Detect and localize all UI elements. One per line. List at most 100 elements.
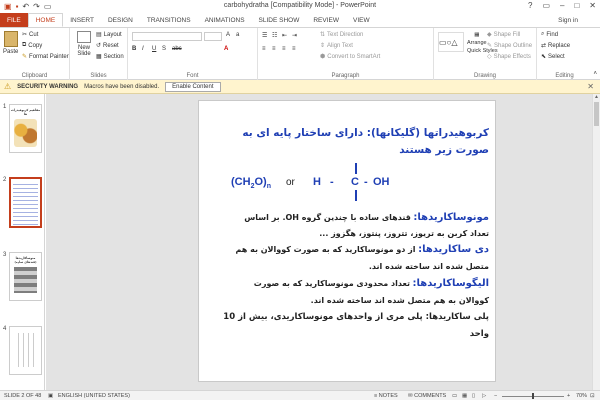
thumbnail-title: مفاهیم کربوهیدرات ها: [10, 108, 41, 116]
decrease-indent-icon[interactable]: ⇤: [282, 32, 287, 39]
scroll-thumb[interactable]: [594, 102, 599, 126]
layout-icon: ▤: [96, 32, 102, 38]
zoom-out-icon[interactable]: −: [494, 393, 497, 399]
enable-content-button[interactable]: Enable Content: [165, 81, 221, 92]
justify-icon[interactable]: ≡: [292, 46, 296, 52]
align-center-icon[interactable]: ≡: [272, 46, 276, 52]
vertical-scrollbar[interactable]: ▲: [592, 94, 600, 390]
tab-insert[interactable]: INSERT: [63, 13, 101, 27]
tab-animations[interactable]: ANIMATIONS: [198, 13, 252, 27]
slide-thumbnail-3[interactable]: منوساکاریدها (قندهای ساده): [9, 252, 42, 301]
oligo-line-1[interactable]: الیگوساکاریدها: تعداد محدودی مونوساکارید…: [205, 278, 489, 289]
di-text-1: از دو مونوساکارید که به صورت کووالان به …: [235, 245, 416, 254]
strikethrough-button[interactable]: abc: [172, 46, 182, 52]
smartart-icon: ⬢: [320, 54, 326, 60]
collapse-ribbon-icon[interactable]: ˄: [593, 71, 597, 77]
zoom-in-icon[interactable]: +: [567, 393, 570, 399]
align-text-button[interactable]: ⇕ Align Text: [320, 42, 353, 50]
increase-indent-icon[interactable]: ⇥: [292, 32, 297, 39]
close-icon[interactable]: ✕: [589, 1, 596, 10]
font-size-box[interactable]: [204, 32, 222, 41]
pen-icon: ✎: [487, 43, 493, 49]
oligo-line-2[interactable]: کووالان به هم متصل شده اند ساخته شده اند…: [205, 296, 489, 305]
scroll-up-icon[interactable]: ▲: [593, 94, 600, 100]
underline-button[interactable]: U: [152, 46, 156, 52]
find-button[interactable]: ⌕ Find: [541, 31, 558, 38]
maximize-icon[interactable]: □: [574, 1, 579, 10]
shape-fill-button[interactable]: ◆ Shape Fill: [487, 31, 520, 39]
replace-button[interactable]: ⇄ Replace: [541, 42, 570, 50]
new-slide-button[interactable]: New Slide: [73, 31, 95, 57]
notes-button[interactable]: ≡ NOTES: [374, 393, 398, 399]
slide-thumbnails-panel: 1 مفاهیم کربوهیدرات ها 2 3 منوساکاریدها …: [0, 94, 45, 390]
arrange-button[interactable]: ▦ Arrange: [467, 32, 487, 46]
bullets-icon[interactable]: ☰: [262, 32, 267, 39]
comments-button[interactable]: ✉ COMMENTS: [408, 393, 446, 399]
tab-slide-show[interactable]: SLIDE SHOW: [252, 13, 307, 27]
tab-review[interactable]: REVIEW: [306, 13, 346, 27]
close-icon[interactable]: ✕: [587, 82, 594, 91]
spell-check-icon[interactable]: ▣: [48, 393, 53, 399]
section-button[interactable]: ▦ Section: [96, 53, 124, 61]
help-icon[interactable]: ?: [528, 1, 532, 10]
font-name-box[interactable]: [132, 32, 202, 41]
shapes-gallery[interactable]: ▭○△: [438, 32, 464, 52]
select-button[interactable]: ⬉ Select: [541, 53, 565, 61]
slide-thumbnail-2[interactable]: [9, 177, 42, 228]
minimize-icon[interactable]: –: [560, 1, 564, 10]
language-indicator[interactable]: ENGLISH (UNITED STATES): [58, 393, 130, 399]
replace-icon: ⇄: [541, 43, 547, 49]
align-right-icon[interactable]: ≡: [282, 46, 286, 52]
format-painter-button[interactable]: ✎ Format Painter: [22, 53, 69, 61]
shape-outline-button[interactable]: ✎ Shape Outline: [487, 42, 532, 50]
shrink-font-icon[interactable]: a: [236, 32, 239, 38]
convert-smartart-button[interactable]: ⬢ Convert to SmartArt: [320, 53, 380, 61]
reading-view-icon[interactable]: ▯: [472, 393, 475, 399]
di-line-1[interactable]: دی ساکاریدها: از دو مونوساکارید که به صو…: [205, 244, 489, 255]
di-line-2[interactable]: متصل شده اند ساخته شده اند.: [205, 262, 489, 271]
font-color-icon[interactable]: A: [224, 46, 228, 52]
shape-effects-button[interactable]: ◇ Shape Effects: [487, 53, 531, 61]
bold-button[interactable]: B: [132, 46, 136, 52]
align-text-icon: ⇕: [320, 43, 326, 49]
copy-button[interactable]: ⧉ Copy: [22, 42, 42, 49]
numbering-icon[interactable]: ☷: [272, 32, 277, 39]
slideshow-icon[interactable]: ▷: [482, 393, 486, 399]
grow-font-icon[interactable]: A: [226, 32, 230, 38]
align-left-icon[interactable]: ≡: [262, 46, 266, 52]
italic-button[interactable]: I: [142, 46, 144, 52]
slide-thumbnail-1[interactable]: مفاهیم کربوهیدرات ها: [9, 104, 42, 153]
tab-view[interactable]: VIEW: [346, 13, 377, 27]
poly-line-1[interactable]: پلی ساکاریدها: پلی مری از واحدهای مونوسا…: [205, 312, 489, 322]
normal-view-icon[interactable]: ▭: [452, 393, 457, 399]
tab-transitions[interactable]: TRANSITIONS: [140, 13, 198, 27]
mono-line-1[interactable]: مونوساکاریدها: قندهای ساده با چندین گروه…: [205, 212, 489, 223]
layout-button[interactable]: ▤ Layout: [96, 31, 122, 39]
tab-design[interactable]: DESIGN: [101, 13, 140, 27]
text-direction-button[interactable]: ⇅ Text Direction: [320, 31, 363, 39]
zoom-level[interactable]: 70%: [576, 393, 587, 399]
tab-file[interactable]: FILE: [0, 13, 28, 27]
poly-line-2[interactable]: واحد: [205, 329, 489, 339]
slide-sorter-icon[interactable]: ▦: [462, 393, 467, 399]
mono-line-2[interactable]: تعداد کربن به تریوز، تتروز، پنتوز، هگزوز…: [205, 229, 489, 238]
shadow-button[interactable]: S: [162, 46, 166, 52]
zoom-slider-thumb[interactable]: [532, 393, 534, 399]
paste-button[interactable]: Paste: [3, 31, 18, 55]
ribbon-options-icon[interactable]: ▭: [542, 1, 550, 10]
slide-title-line-1[interactable]: کربوهیدراتها (گلیکانها): دارای ساختار پا…: [205, 127, 489, 139]
formula-oh: OH: [373, 176, 390, 188]
slide-canvas[interactable]: کربوهیدراتها (گلیکانها): دارای ساختار پا…: [198, 100, 496, 382]
cut-button[interactable]: ✂ Cut: [22, 31, 38, 39]
fit-slide-icon[interactable]: ⊡: [590, 393, 595, 399]
tab-home[interactable]: HOME: [27, 13, 64, 27]
slide-title-line-2[interactable]: صورت زیر هستند: [205, 144, 489, 156]
formula-general[interactable]: (CH2O)n: [231, 176, 271, 190]
reset-button[interactable]: ↺ Reset: [96, 42, 119, 50]
thumbnail-text-lines: [13, 181, 38, 225]
mono-term: مونوساکاریدها:: [413, 212, 489, 223]
mono-text-1: قندهای ساده با چندین گروه OH. بر اساس: [244, 213, 411, 222]
sign-in-link[interactable]: Sign in: [558, 17, 578, 24]
slide-thumbnail-4[interactable]: [9, 326, 42, 375]
drawing-group: ▭○△ ▦ Arrange Quick Styles ◆ Shape Fill ✎ S…: [434, 28, 537, 80]
